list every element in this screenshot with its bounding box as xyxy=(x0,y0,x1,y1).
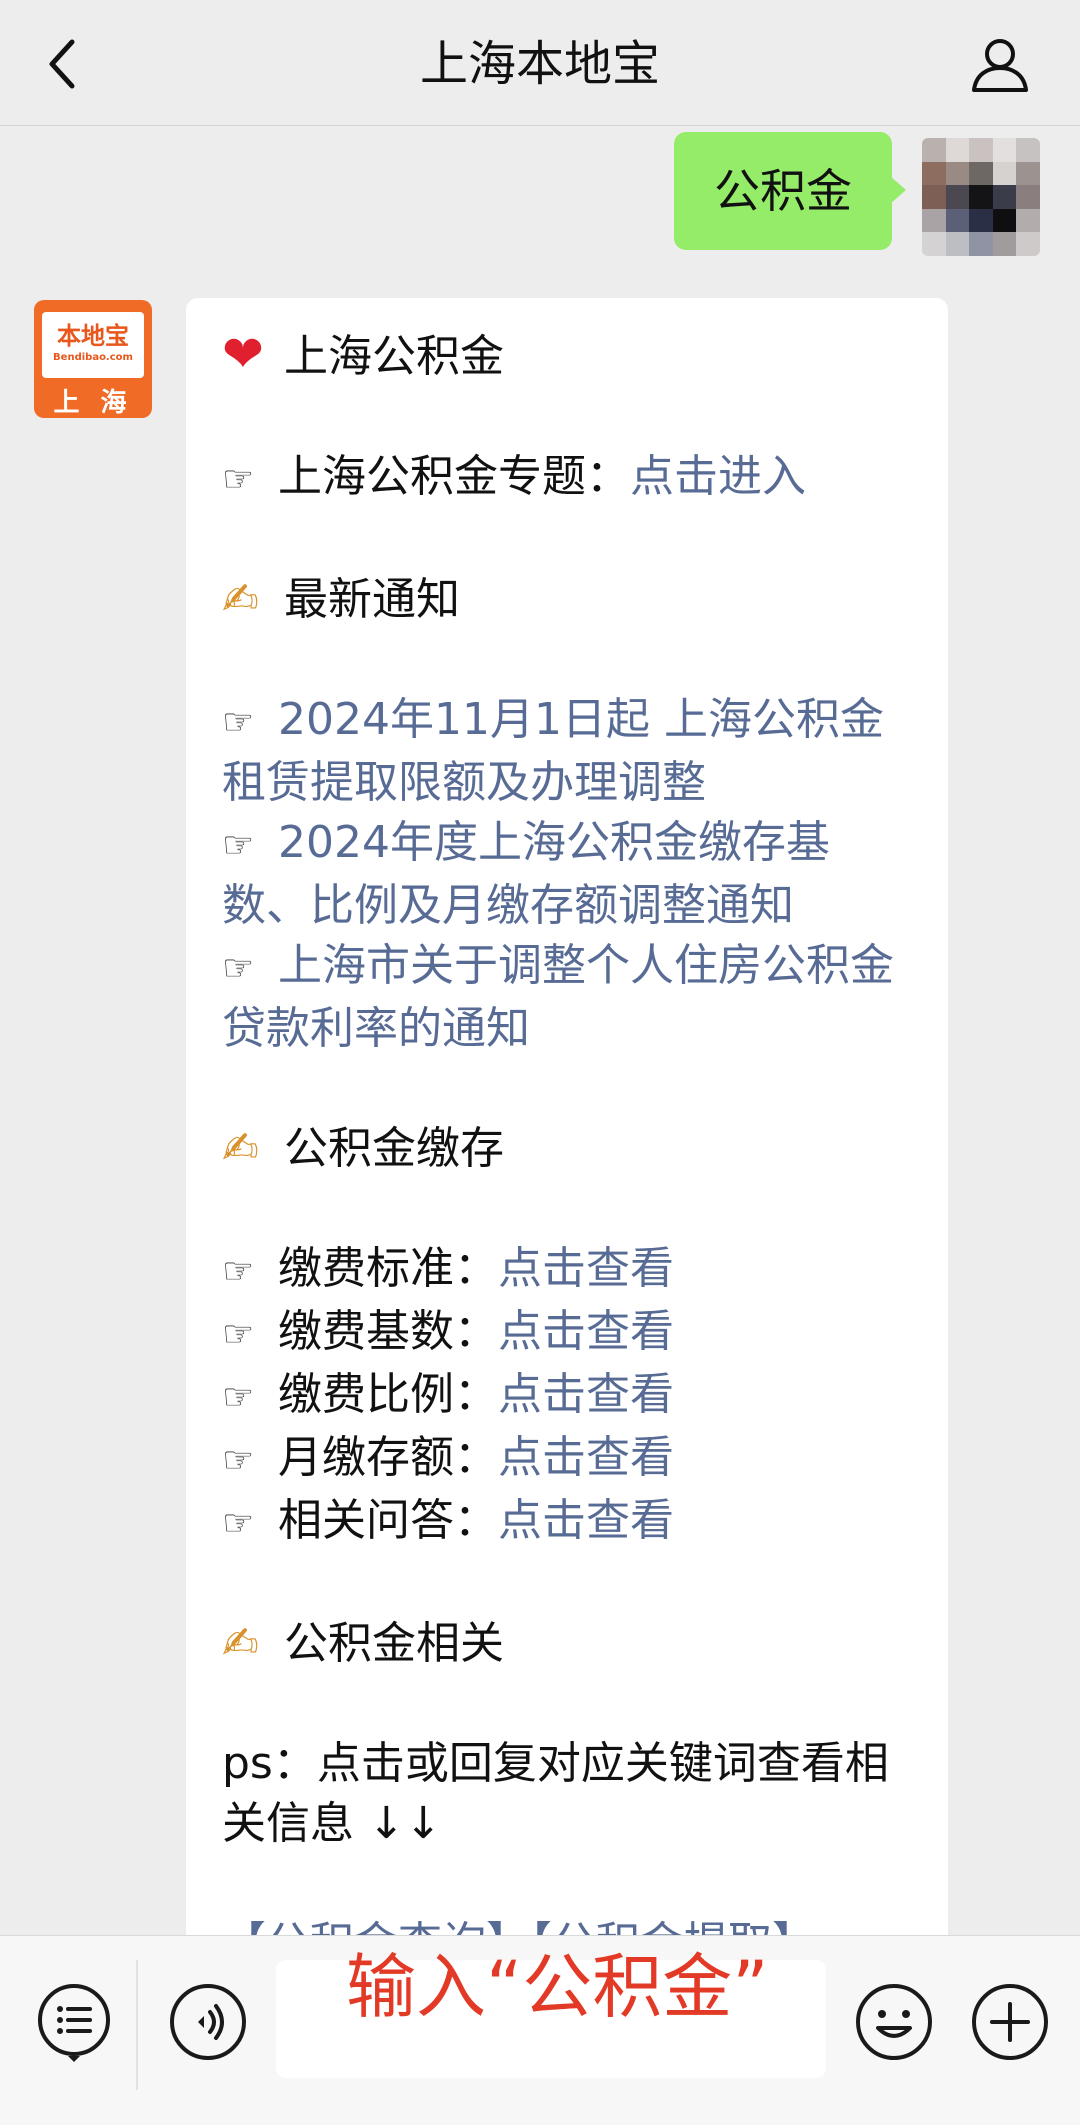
deposit-section-heading: 公积金缴存 xyxy=(284,1123,504,1174)
pointing-hand-icon: ☞ xyxy=(222,459,255,500)
pointing-hand-icon: ☞ xyxy=(222,1377,255,1418)
toolbar-divider xyxy=(136,1960,138,2090)
pointing-hand-icon: ☞ xyxy=(222,948,255,989)
message-title-line: ❤ 上海公积金 xyxy=(222,324,912,387)
logo-url-text: Bendibao.com xyxy=(53,352,133,363)
deposit-item-label: 缴费标准： xyxy=(278,1243,498,1294)
topic-line: ☞ 上海公积金专题：点击进入 xyxy=(222,447,912,510)
user-avatar[interactable] xyxy=(922,138,1040,256)
menu-list-icon[interactable] xyxy=(34,1982,114,2062)
deposit-section-line: ✍ 公积金缴存 xyxy=(222,1119,912,1179)
writing-hand-icon: ✍ xyxy=(222,1618,259,1669)
voice-icon[interactable] xyxy=(168,1982,248,2062)
deposit-item-label: 缴费基数： xyxy=(278,1306,498,1357)
deposit-item: ☞ 月缴存额：点击查看 xyxy=(222,1428,912,1491)
pointing-hand-icon: ☞ xyxy=(222,702,255,743)
emoji-icon[interactable] xyxy=(854,1982,934,2062)
writing-hand-icon: ✍ xyxy=(222,1123,259,1174)
related-section-line: ✍ 公积金相关 xyxy=(222,1614,912,1674)
pointing-hand-icon: ☞ xyxy=(222,825,255,866)
deposit-item-link[interactable]: 点击查看 xyxy=(498,1495,674,1546)
deposit-item-link[interactable]: 点击查看 xyxy=(498,1306,674,1357)
ps-text: ps：点击或回复对应关键词查看相关信息 ↓↓ xyxy=(222,1738,889,1849)
notice-item: ☞ 上海市关于调整个人住房公积金贷款利率的通知 xyxy=(222,936,912,1059)
overlay-hint-text: 输入“公积金” xyxy=(346,1946,769,2028)
related-section-heading: 公积金相关 xyxy=(284,1618,504,1669)
profile-icon[interactable] xyxy=(968,34,1032,94)
bot-avatar-logo: 本地宝 Bendibao.com xyxy=(42,312,144,378)
chat-header: 上海本地宝 xyxy=(0,0,1080,126)
deposit-item: ☞ 相关问答：点击查看 xyxy=(222,1491,912,1554)
notice-section-line: ✍ 最新通知 xyxy=(222,570,912,630)
bot-avatar[interactable]: 本地宝 Bendibao.com 上 海 xyxy=(34,300,152,418)
logo-brand-text: 本地宝 xyxy=(57,322,129,350)
logo-city-text: 上 海 xyxy=(53,388,133,418)
message-title: 上海公积金 xyxy=(284,331,504,382)
pointing-hand-icon: ☞ xyxy=(222,1251,255,1292)
plus-icon[interactable] xyxy=(970,1982,1050,2062)
topic-label: 上海公积金专题： xyxy=(278,451,630,502)
pointing-hand-icon: ☞ xyxy=(222,1440,255,1481)
incoming-message-bubble: ❤ 上海公积金 ☞ 上海公积金专题：点击进入 ✍ 最新通知 ☞ 2024年11月1日起 … xyxy=(186,298,948,1998)
deposit-item-link[interactable]: 点击查看 xyxy=(498,1432,674,1483)
deposit-item: ☞ 缴费标准：点击查看 xyxy=(222,1239,912,1302)
deposit-item: ☞ 缴费基数：点击查看 xyxy=(222,1302,912,1365)
pointing-hand-icon: ☞ xyxy=(222,1314,255,1355)
heart-icon: ❤ xyxy=(222,325,264,383)
deposit-item-label: 月缴存额： xyxy=(278,1432,498,1483)
writing-hand-icon: ✍ xyxy=(222,574,259,625)
deposit-item: ☞ 缴费比例：点击查看 xyxy=(222,1365,912,1428)
notice-section-heading: 最新通知 xyxy=(284,574,460,625)
notice-item: ☞ 2024年度上海公积金缴存基数、比例及月缴存额调整通知 xyxy=(222,813,912,936)
outgoing-message-bubble[interactable]: 公积金 xyxy=(674,132,906,250)
chat-title: 上海本地宝 xyxy=(419,36,660,92)
notice-link[interactable]: 2024年11月1日起 上海公积金租赁提取限额及办理调整 xyxy=(222,694,884,808)
deposit-item-label: 缴费比例： xyxy=(278,1369,498,1420)
notice-link[interactable]: 2024年度上海公积金缴存基数、比例及月缴存额调整通知 xyxy=(222,817,830,931)
notice-item: ☞ 2024年11月1日起 上海公积金租赁提取限额及办理调整 xyxy=(222,690,912,813)
pointing-hand-icon: ☞ xyxy=(222,1503,255,1544)
deposit-item-label: 相关问答： xyxy=(278,1495,498,1546)
outgoing-message-row: 公积金 xyxy=(440,132,1040,256)
deposit-item-link[interactable]: 点击查看 xyxy=(498,1243,674,1294)
deposit-item-link[interactable]: 点击查看 xyxy=(498,1369,674,1420)
notice-link[interactable]: 上海市关于调整个人住房公积金贷款利率的通知 xyxy=(222,940,894,1054)
topic-link[interactable]: 点击进入 xyxy=(630,451,806,502)
